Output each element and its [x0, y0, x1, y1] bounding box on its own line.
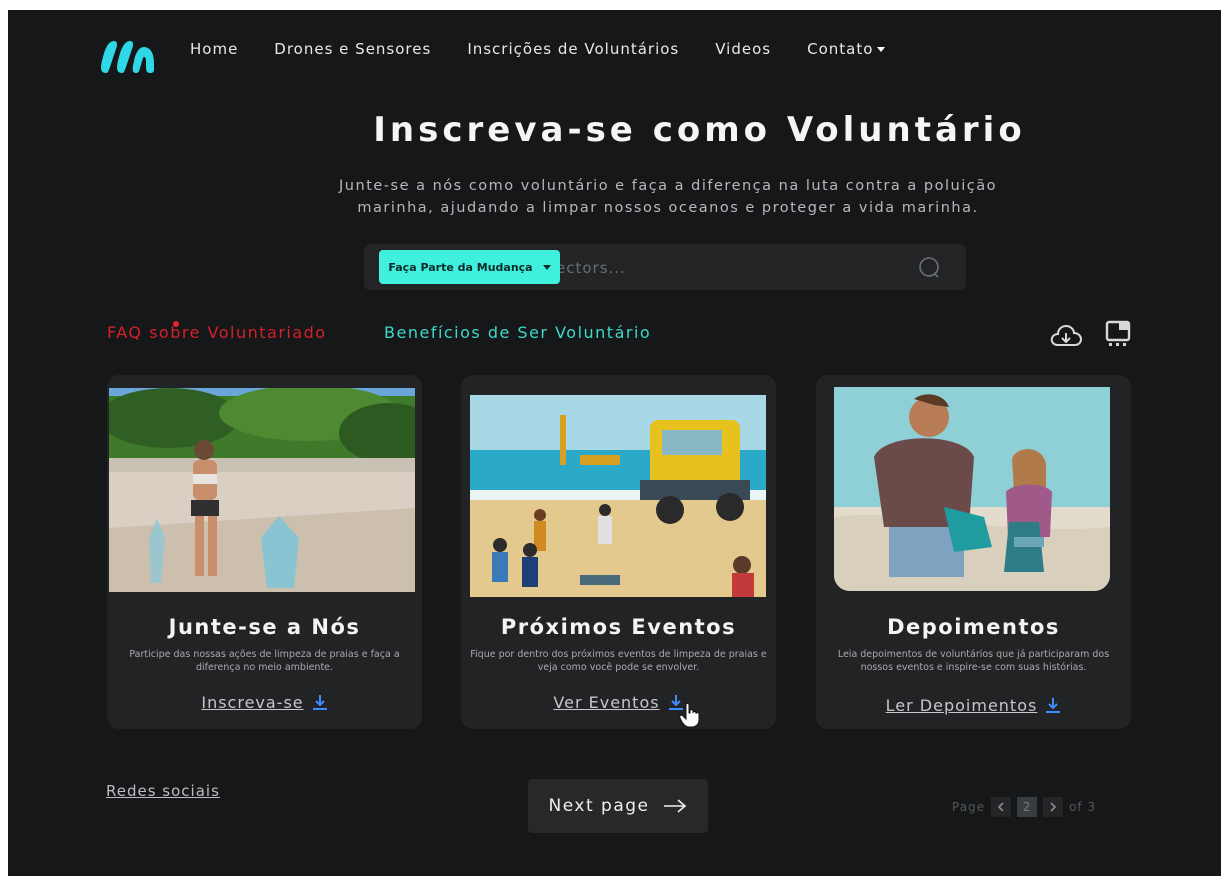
pagination-suffix: of 3 [1069, 800, 1097, 814]
nav-item-home[interactable]: Home [190, 40, 238, 58]
search-icon[interactable] [918, 256, 940, 278]
arrow-right-icon [664, 799, 687, 813]
category-dropdown-button[interactable]: Faça Parte da Mudança [379, 250, 560, 284]
nav-item-contact-label: Contato [807, 40, 874, 58]
page-title: Inscreva-se como Voluntário [373, 110, 1026, 150]
beach-cleanup-image [109, 388, 415, 592]
tab-benefits[interactable]: Benefícios de Ser Voluntário [384, 323, 651, 342]
app-frame: Home Drones e Sensores Inscrições de Vol… [8, 10, 1221, 876]
notification-dot [173, 321, 179, 327]
pagination-prefix: Page [952, 800, 986, 814]
pagination-current-page[interactable]: 2 [1017, 797, 1038, 817]
download-icon [312, 695, 327, 710]
card-events: Próximos Eventos Fique por dentro dos pr… [461, 375, 776, 729]
cast-icon[interactable] [1105, 320, 1131, 348]
main-nav: Home Drones e Sensores Inscrições de Vol… [190, 40, 886, 58]
chevron-down-icon [542, 264, 551, 270]
pagination: Page 2 of 3 [952, 797, 1096, 817]
beach-truck-image [470, 395, 766, 597]
next-page-button[interactable]: Next page [528, 779, 708, 833]
signup-link-label: Inscreva-se [201, 693, 304, 712]
category-dropdown-label: Faça Parte da Mudança [388, 260, 533, 274]
pagination-prev-button[interactable] [991, 797, 1012, 817]
logo-icon[interactable] [98, 37, 156, 75]
tab-faq-label: FAQ sobre Voluntariado [107, 323, 327, 342]
signup-link[interactable]: Inscreva-se [107, 693, 422, 712]
read-testimonials-link-label: Ler Depoimentos [885, 696, 1038, 715]
nav-item-drones[interactable]: Drones e Sensores [274, 40, 431, 58]
nav-item-videos[interactable]: Videos [715, 40, 771, 58]
chevron-left-icon [997, 802, 1004, 812]
pagination-next-button[interactable] [1043, 797, 1064, 817]
next-page-label: Next page [548, 796, 650, 816]
page-subtitle: Junte-se a nós como voluntário e faça a … [339, 178, 997, 216]
hand-cursor-icon [679, 702, 700, 728]
card-description: Leia depoimentos de voluntários que já p… [837, 649, 1110, 673]
chevron-right-icon [1050, 802, 1057, 812]
social-links[interactable]: Redes sociais [106, 782, 220, 800]
chevron-down-icon [877, 47, 886, 52]
read-testimonials-link[interactable]: Ler Depoimentos [816, 696, 1131, 715]
nav-item-contact[interactable]: Contato [807, 40, 886, 58]
volunteers-image [834, 387, 1110, 591]
search-input[interactable] [554, 254, 908, 282]
card-title: Depoimentos [887, 615, 1060, 639]
download-icon [1046, 698, 1061, 713]
card-description: Participe das nossas ações de limpeza de… [129, 649, 400, 673]
card-testimonials: Depoimentos Leia depoimentos de voluntár… [816, 375, 1131, 729]
search-bar: Faça Parte da Mudança [364, 244, 966, 290]
view-events-link-label: Ver Eventos [553, 693, 660, 712]
card-title: Junte-se a Nós [168, 615, 361, 639]
nav-item-volunteers[interactable]: Inscrições de Voluntários [467, 40, 679, 58]
card-title: Próximos Eventos [500, 615, 737, 639]
cloud-download-icon[interactable] [1050, 323, 1082, 349]
card-description: Fique por dentro dos próximos eventos de… [470, 649, 767, 673]
view-events-link[interactable]: Ver Eventos [461, 693, 776, 712]
tab-faq[interactable]: FAQ sobre Voluntariado [107, 321, 327, 342]
card-join: Junte-se a Nós Participe das nossas açõe… [107, 375, 422, 729]
